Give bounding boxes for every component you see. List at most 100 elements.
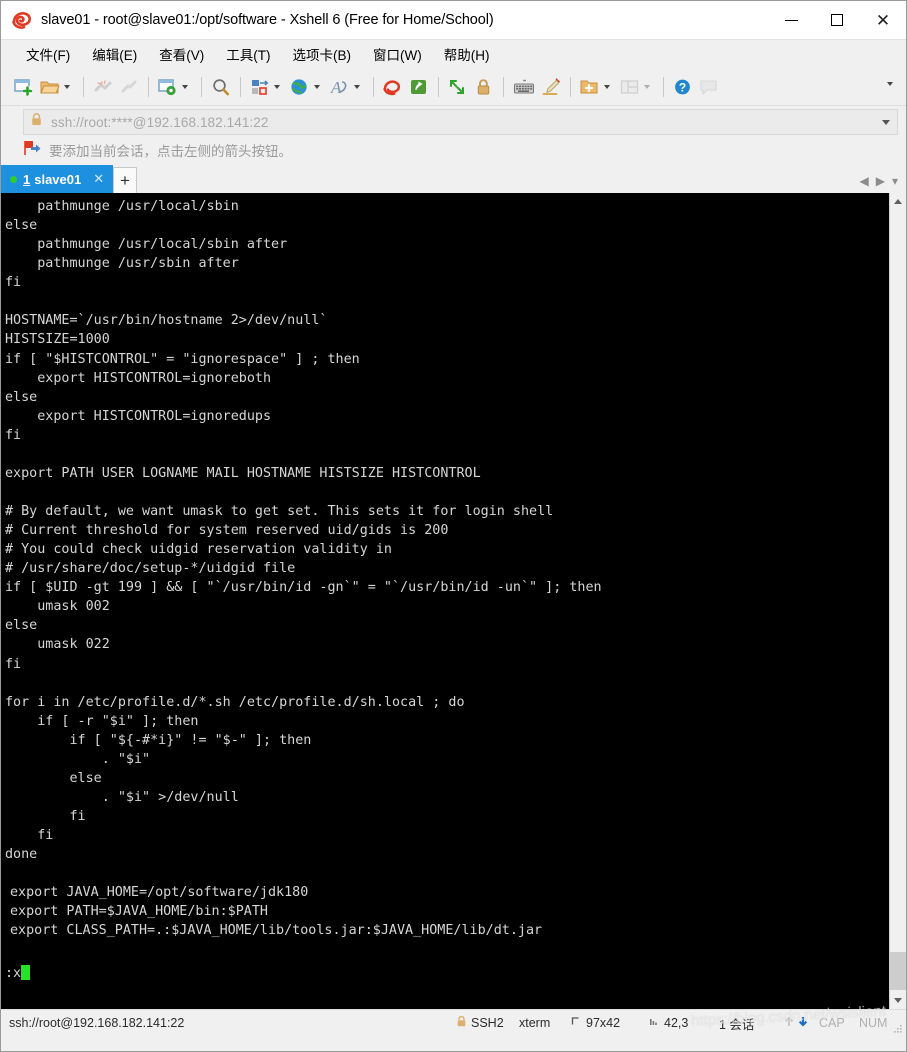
close-icon: ✕	[875, 10, 891, 30]
terminal-scrollbar[interactable]	[889, 193, 906, 1009]
terminal-screen[interactable]: pathmunge /usr/local/sbin else pathmunge…	[1, 193, 889, 1009]
close-button[interactable]: ✕	[860, 1, 906, 39]
menu-file[interactable]: 文件(F)	[17, 41, 79, 67]
status-cursor-cell: 42,3	[649, 1016, 688, 1031]
fullscreen-button[interactable]	[445, 72, 471, 102]
help-icon: ?	[672, 77, 694, 97]
session-properties-button[interactable]	[155, 72, 195, 102]
add-folder-dropdown-icon[interactable]	[604, 84, 610, 89]
comment-button[interactable]	[696, 72, 722, 102]
toolbar-overflow-icon[interactable]	[887, 82, 893, 86]
toolbar-separator	[240, 76, 241, 97]
globe-button[interactable]	[287, 72, 327, 102]
tab-prev-icon[interactable]: ◀	[860, 174, 869, 188]
tab-next-icon[interactable]: ▶	[876, 174, 885, 188]
reconnect-icon	[118, 77, 140, 97]
toolbar-separator	[503, 76, 504, 97]
open-session-dropdown-icon[interactable]	[64, 84, 70, 89]
toolbar-separator	[201, 76, 202, 97]
svg-text:A: A	[330, 78, 342, 97]
terminal-command-text: :x	[5, 966, 22, 982]
new-session-icon	[13, 77, 35, 97]
add-folder-button[interactable]	[577, 72, 617, 102]
keyboard-icon	[512, 77, 536, 97]
open-session-button[interactable]	[37, 72, 77, 102]
xshell-button[interactable]	[380, 72, 406, 102]
toolbar: A ?	[1, 68, 906, 106]
chevron-down-icon[interactable]	[882, 119, 890, 125]
status-sessions-cell: 1 会话	[719, 1014, 754, 1033]
session-properties-dropdown-icon[interactable]	[182, 84, 188, 89]
keyboard-button[interactable]	[510, 72, 538, 102]
transfer-dropdown-icon[interactable]	[274, 84, 280, 89]
highlight-button[interactable]	[538, 72, 564, 102]
font-button[interactable]: A	[327, 72, 367, 102]
globe-dropdown-icon[interactable]	[314, 84, 320, 89]
title-bar: slave01 - root@slave01:/opt/software - X…	[1, 1, 906, 39]
disconnect-icon	[92, 77, 114, 97]
tab-bar: 1 slave01 ✕ + ◀ ▶ ▾	[1, 165, 906, 193]
maximize-button[interactable]	[814, 1, 860, 39]
address-bar[interactable]: ssh://root:****@192.168.182.141:22	[23, 109, 898, 135]
minimize-button[interactable]	[768, 1, 814, 39]
menu-bar: 文件(F) 编辑(E) 查看(V) 工具(T) 选项卡(B) 窗口(W) 帮助(…	[1, 39, 906, 68]
new-session-button[interactable]	[11, 72, 37, 102]
font-dropdown-icon[interactable]	[354, 84, 360, 89]
status-protocol: SSH2	[471, 1016, 504, 1030]
chevron-down-icon	[894, 998, 902, 1003]
flag-arrow-icon	[23, 139, 42, 162]
xftp-button[interactable]	[406, 72, 432, 102]
tab-close-icon[interactable]: ✕	[93, 171, 104, 187]
menu-tools[interactable]: 工具(T)	[217, 41, 279, 67]
comment-icon	[698, 77, 720, 97]
status-cursor-pos: 42,3	[664, 1016, 689, 1030]
window-controls: ✕	[768, 1, 906, 39]
highlight-icon	[540, 77, 562, 97]
tab-label: slave01	[34, 171, 82, 187]
toolbar-separator	[83, 76, 84, 97]
menu-window[interactable]: 窗口(W)	[364, 41, 431, 67]
scrollbar-thumb[interactable]	[890, 952, 906, 990]
toolbar-separator	[438, 76, 439, 97]
notification-text: 要添加当前会话，点击左侧的箭头按钮。	[49, 144, 292, 159]
disconnect-button[interactable]	[90, 72, 116, 102]
fullscreen-icon	[447, 77, 469, 97]
status-sessions: 1 会话	[719, 1017, 755, 1032]
tab-menu-icon[interactable]: ▾	[892, 174, 898, 188]
help-button[interactable]: ?	[670, 72, 696, 102]
find-icon	[210, 77, 232, 97]
new-tab-button[interactable]: +	[113, 167, 137, 193]
add-folder-icon	[579, 77, 601, 97]
status-size: 97x42	[586, 1016, 621, 1030]
resize-grip-icon[interactable]	[892, 1022, 904, 1034]
menu-view[interactable]: 查看(V)	[150, 41, 213, 67]
menu-help[interactable]: 帮助(H)	[435, 41, 499, 67]
lock-button[interactable]	[471, 72, 497, 102]
menu-edit[interactable]: 编辑(E)	[83, 41, 146, 67]
status-connection: ssh://root@192.168.182.141:22	[9, 1016, 185, 1030]
tab-status-dot-icon	[10, 175, 17, 183]
status-num: NUM	[859, 1016, 888, 1030]
transfer-icon	[249, 77, 271, 97]
status-cap-cell: CAP	[819, 1016, 845, 1030]
notification-bar: 要添加当前会话，点击左侧的箭头按钮。	[23, 135, 906, 165]
tab-slave01[interactable]: 1 slave01 ✕	[1, 165, 113, 193]
layout-button[interactable]	[617, 72, 657, 102]
terminal-highlighted-output: export JAVA_HOME=/opt/software/jdk180 ex…	[10, 885, 543, 939]
find-button[interactable]	[208, 72, 234, 102]
download-arrow-icon	[797, 1015, 809, 1031]
status-terminal-type-cell: xterm	[519, 1016, 550, 1030]
transfer-button[interactable]	[247, 72, 287, 102]
status-terminal-type: xterm	[519, 1016, 551, 1030]
reconnect-button[interactable]	[116, 72, 142, 102]
layout-dropdown-icon[interactable]	[644, 84, 650, 89]
toolbar-separator	[373, 76, 374, 97]
scroll-down-button[interactable]	[890, 992, 906, 1009]
menu-tabs[interactable]: 选项卡(B)	[284, 41, 361, 67]
scroll-up-button[interactable]	[890, 193, 906, 210]
xshell-shell-icon	[11, 9, 33, 31]
chevron-up-icon	[894, 199, 902, 204]
session-properties-icon	[157, 77, 179, 97]
screen-size-icon	[571, 1016, 582, 1031]
maximize-icon	[831, 14, 843, 26]
